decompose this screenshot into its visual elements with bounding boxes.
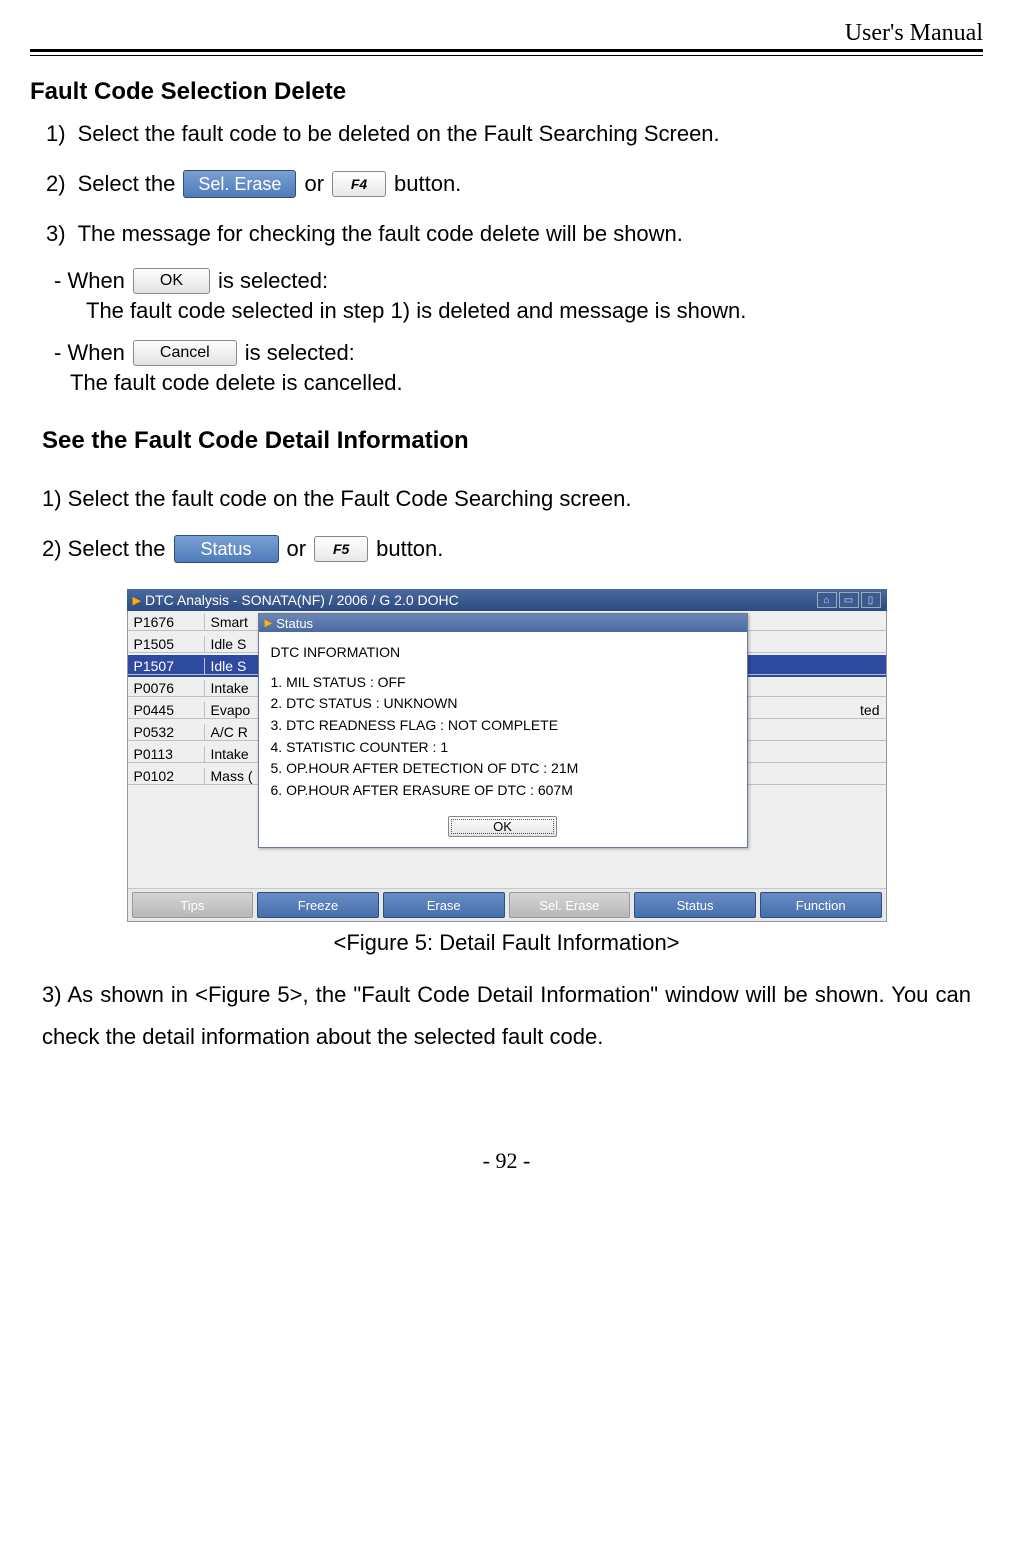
figure-caption: <Figure 5: Detail Fault Information>	[30, 930, 983, 956]
step-num: 2)	[46, 168, 66, 200]
f4-key[interactable]: F4	[332, 171, 386, 197]
popup-titlebar: ▶ Status	[259, 614, 747, 632]
bottom-toolbar: TipsFreezeEraseSel. EraseStatusFunction	[128, 888, 886, 921]
when-prefix: - When	[54, 268, 125, 294]
figure-screenshot: ▶ DTC Analysis - SONATA(NF) / 2006 / G 2…	[127, 589, 887, 922]
step-1: 1) Select the fault code to be deleted o…	[46, 118, 983, 150]
step-text: Select the fault code to be deleted on t…	[78, 118, 720, 150]
toolbar-freeze-button[interactable]: Freeze	[257, 892, 379, 918]
dtc-code: P0102	[128, 768, 205, 785]
section-heading-detail: See the Fault Code Detail Information	[42, 427, 983, 455]
step-text-a: 2) Select the	[42, 533, 166, 565]
step-2: 2) Select the Sel. Erase or F4 button.	[46, 168, 983, 200]
cancel-button[interactable]: Cancel	[133, 340, 237, 366]
s2-step-1: 1) Select the fault code on the Fault Co…	[42, 483, 983, 515]
f5-key[interactable]: F5	[314, 536, 368, 562]
popup-info-line: 6. OP.HOUR AFTER ERASURE OF DTC : 607M	[271, 780, 735, 802]
when-suffix: is selected:	[218, 268, 328, 294]
app-body: P1676SmartP1505Idle SP1507Idle SP0076Int…	[127, 611, 887, 922]
status-button[interactable]: Status	[174, 535, 279, 563]
paragraph-3: 3) As shown in <Figure 5>, the "Fault Co…	[42, 974, 971, 1058]
step-text-a: Select the	[78, 168, 176, 200]
step-3: 3) The message for checking the fault co…	[46, 218, 983, 250]
step-num: 3)	[46, 218, 66, 250]
app-titlebar: ▶ DTC Analysis - SONATA(NF) / 2006 / G 2…	[127, 589, 887, 611]
print-icon[interactable]: ▭	[839, 592, 859, 608]
step-text-b: button.	[394, 168, 461, 200]
header-title: User's Manual	[30, 20, 983, 47]
popup-ok-button[interactable]: OK	[448, 816, 557, 837]
dtc-code: P0113	[128, 746, 205, 763]
dtc-code: P1505	[128, 636, 205, 653]
when-cancel-line: - When Cancel is selected:	[54, 340, 983, 366]
popup-marker-icon: ▶	[265, 618, 273, 629]
ok-button[interactable]: OK	[133, 268, 210, 294]
popup-info-line: 4. STATISTIC COUNTER : 1	[271, 737, 735, 759]
s2-step-2: 2) Select the Status or F5 button.	[42, 533, 983, 565]
when-ok-text: The fault code selected in step 1) is de…	[86, 296, 983, 327]
titlebar-text: DTC Analysis - SONATA(NF) / 2006 / G 2.0…	[145, 592, 459, 608]
when-cancel-text: The fault code delete is cancelled.	[70, 368, 983, 399]
popup-info-line: 2. DTC STATUS : UNKNOWN	[271, 693, 735, 715]
dtc-code: P0532	[128, 724, 205, 741]
popup-info-line: 3. DTC READNESS FLAG : NOT COMPLETE	[271, 715, 735, 737]
step-text: The message for checking the fault code …	[78, 218, 683, 250]
when-suffix: is selected:	[245, 340, 355, 366]
when-prefix: - When	[54, 340, 125, 366]
toolbar-tips-button[interactable]: Tips	[132, 892, 254, 918]
step-text-b: button.	[376, 533, 443, 565]
toolbar-function-button[interactable]: Function	[760, 892, 882, 918]
popup-title-text: Status	[276, 616, 313, 631]
text-or: or	[304, 168, 324, 200]
dtc-code: P1507	[128, 658, 205, 675]
toolbar-erase-button[interactable]: Erase	[383, 892, 505, 918]
text-or: or	[287, 533, 307, 565]
section-heading-delete: Fault Code Selection Delete	[30, 78, 983, 106]
popup-info-line: 1. MIL STATUS : OFF	[271, 672, 735, 694]
sel-erase-button[interactable]: Sel. Erase	[183, 170, 296, 198]
home-icon[interactable]: ⌂	[817, 592, 837, 608]
popup-info-line: 5. OP.HOUR AFTER DETECTION OF DTC : 21M	[271, 758, 735, 780]
step-text: 1) Select the fault code on the Fault Co…	[42, 483, 631, 515]
titlebar-marker-icon: ▶	[133, 594, 141, 607]
dtc-code: P1676	[128, 614, 205, 631]
close-icon[interactable]: ▯	[861, 592, 881, 608]
when-ok-line: - When OK is selected:	[54, 268, 983, 294]
status-popup: ▶ Status DTC INFORMATION 1. MIL STATUS :…	[258, 613, 748, 848]
step-num: 1)	[46, 118, 66, 150]
toolbar-status-button[interactable]: Status	[634, 892, 756, 918]
dtc-code: P0076	[128, 680, 205, 697]
popup-content: DTC INFORMATION 1. MIL STATUS : OFF2. DT…	[259, 632, 747, 814]
header-rule	[30, 49, 983, 56]
popup-heading: DTC INFORMATION	[271, 642, 735, 664]
toolbar-sel--erase-button[interactable]: Sel. Erase	[509, 892, 631, 918]
dtc-code: P0445	[128, 702, 205, 719]
page-number: - 92 -	[30, 1148, 983, 1174]
